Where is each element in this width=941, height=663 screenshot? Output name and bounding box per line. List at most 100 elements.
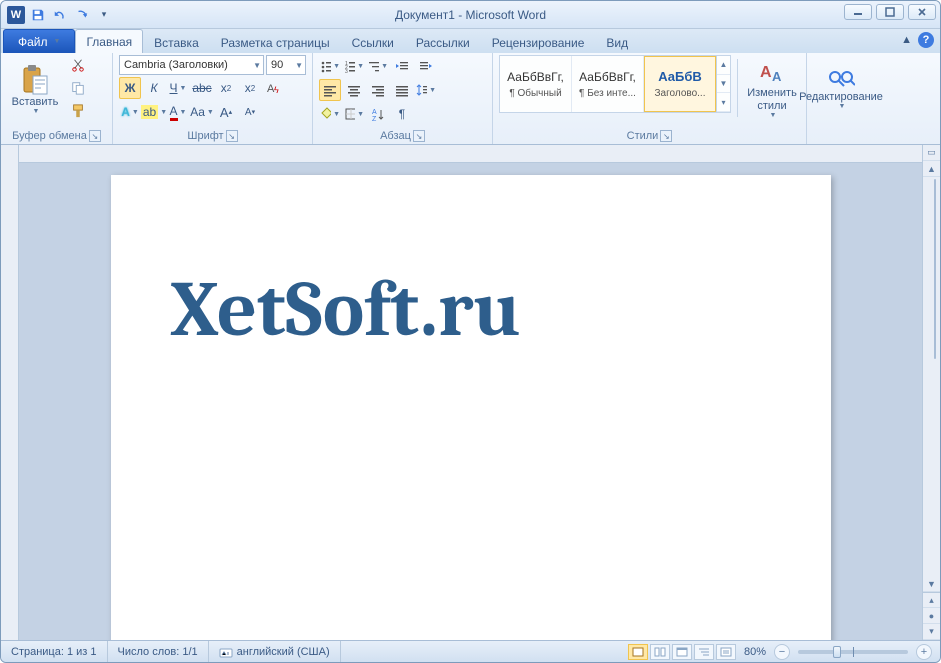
borders-button[interactable]: ▼ bbox=[343, 103, 365, 125]
print-layout-view-button[interactable] bbox=[628, 644, 648, 660]
group-paragraph: ▼ 123▼ ▼ ▼ ▼ ▼ AZ ¶ bbox=[313, 53, 493, 144]
show-marks-button[interactable]: ¶ bbox=[391, 103, 413, 125]
document-area[interactable]: XetSoft.ru bbox=[19, 163, 922, 640]
numbering-button[interactable]: 123▼ bbox=[343, 55, 365, 77]
superscript-button[interactable]: x2 bbox=[239, 77, 261, 99]
clear-formatting-button[interactable]: Aϟ bbox=[263, 77, 285, 99]
change-case-button[interactable]: Aa▼ bbox=[191, 101, 213, 123]
align-right-button[interactable] bbox=[367, 79, 389, 101]
tab-главная[interactable]: Главная bbox=[75, 29, 143, 53]
styles-launcher-icon[interactable]: ↘ bbox=[660, 130, 672, 142]
svg-text:3: 3 bbox=[345, 69, 348, 73]
vertical-scrollbar[interactable]: ▭ ▲ ▼ ▴ ● ▾ bbox=[922, 145, 940, 640]
style-preview: АаБбВвГг, bbox=[579, 70, 636, 84]
align-center-button[interactable] bbox=[343, 79, 365, 101]
fullscreen-reading-view-button[interactable] bbox=[650, 644, 670, 660]
strikethrough-button[interactable]: abc bbox=[191, 77, 213, 99]
gallery-up-icon[interactable]: ▲ bbox=[717, 56, 730, 75]
outline-view-button[interactable] bbox=[694, 644, 714, 660]
gallery-more-icon[interactable]: ▾ bbox=[717, 93, 730, 112]
tab-рецензирование[interactable]: Рецензирование bbox=[481, 31, 596, 53]
tab-ссылки[interactable]: Ссылки bbox=[341, 31, 405, 53]
web-layout-view-button[interactable] bbox=[672, 644, 692, 660]
paste-button[interactable]: Вставить ▼ bbox=[7, 55, 63, 123]
change-styles-button[interactable]: AA Изменить стили ▼ bbox=[744, 55, 800, 123]
zoom-out-button[interactable]: − bbox=[774, 644, 790, 660]
justify-button[interactable] bbox=[391, 79, 413, 101]
increase-indent-button[interactable] bbox=[415, 55, 437, 77]
proofing-icon bbox=[219, 645, 233, 659]
redo-icon[interactable] bbox=[73, 6, 91, 24]
previous-page-icon[interactable]: ▴ bbox=[923, 592, 940, 608]
vertical-ruler[interactable] bbox=[1, 145, 19, 640]
zoom-slider[interactable] bbox=[798, 650, 908, 654]
cut-icon[interactable] bbox=[67, 55, 89, 74]
align-left-button[interactable] bbox=[319, 79, 341, 101]
tab-вставка[interactable]: Вставка bbox=[143, 31, 210, 53]
zoom-slider-knob[interactable] bbox=[833, 646, 841, 658]
tab-разметка-страницы[interactable]: Разметка страницы bbox=[210, 31, 341, 53]
styles-gallery[interactable]: АаБбВвГг,¶ Обычный АаБбВвГг, ¶ Без инте...… bbox=[499, 55, 731, 113]
minimize-button[interactable] bbox=[844, 4, 872, 20]
word-app-icon[interactable]: W bbox=[7, 6, 25, 24]
font-name-combo[interactable]: Cambria (Заголовки)▼ bbox=[119, 55, 264, 75]
horizontal-ruler[interactable] bbox=[19, 145, 922, 163]
style-item[interactable]: АаБбВвГг,¶ Обычный bbox=[500, 56, 572, 112]
bold-button[interactable]: Ж bbox=[119, 77, 141, 99]
status-language[interactable]: английский (США) bbox=[209, 641, 341, 662]
select-browse-object-icon[interactable]: ● bbox=[923, 608, 940, 624]
qat-customize-icon[interactable]: ▾ bbox=[95, 6, 113, 24]
italic-button[interactable]: К bbox=[143, 77, 165, 99]
draft-view-button[interactable] bbox=[716, 644, 736, 660]
highlight-button[interactable]: ab▼ bbox=[143, 101, 165, 123]
help-icon[interactable]: ? bbox=[918, 32, 934, 48]
tab-рассылки[interactable]: Рассылки bbox=[405, 31, 481, 53]
undo-icon[interactable] bbox=[51, 6, 69, 24]
next-page-icon[interactable]: ▾ bbox=[923, 624, 940, 640]
group-clipboard-label: Буфер обмена bbox=[12, 130, 87, 142]
font-launcher-icon[interactable]: ↘ bbox=[226, 130, 238, 142]
styles-gallery-scroll: ▲▼▾ bbox=[716, 56, 730, 112]
status-language-label: английский (США) bbox=[237, 646, 330, 658]
clipboard-launcher-icon[interactable]: ↘ bbox=[89, 130, 101, 142]
subscript-button[interactable]: x2 bbox=[215, 77, 237, 99]
page[interactable]: XetSoft.ru bbox=[111, 175, 831, 640]
line-spacing-button[interactable]: ▼ bbox=[415, 79, 437, 101]
decrease-indent-button[interactable] bbox=[391, 55, 413, 77]
text-effects-button[interactable]: A▼ bbox=[119, 101, 141, 123]
font-color-button[interactable]: A▼ bbox=[167, 101, 189, 123]
zoom-in-button[interactable]: + bbox=[916, 644, 932, 660]
tab-вид[interactable]: Вид bbox=[595, 31, 639, 53]
status-page[interactable]: Страница: 1 из 1 bbox=[1, 641, 108, 662]
file-tab[interactable]: Файл▼ bbox=[3, 29, 75, 53]
svg-text:A: A bbox=[772, 69, 782, 84]
format-painter-icon[interactable] bbox=[67, 102, 89, 121]
scroll-thumb[interactable] bbox=[934, 179, 936, 359]
status-word-count[interactable]: Число слов: 1/1 bbox=[108, 641, 209, 662]
scroll-up-icon[interactable]: ▲ bbox=[923, 161, 940, 177]
gallery-down-icon[interactable]: ▼ bbox=[717, 75, 730, 94]
paragraph-launcher-icon[interactable]: ↘ bbox=[413, 130, 425, 142]
shrink-font-button[interactable]: A▾ bbox=[239, 101, 261, 123]
style-name: ¶ Без инте... bbox=[579, 88, 636, 99]
style-name: Заголово... bbox=[655, 88, 706, 99]
font-size-combo[interactable]: 90▼ bbox=[266, 55, 306, 75]
save-icon[interactable] bbox=[29, 6, 47, 24]
style-item[interactable]: АаБбВЗаголово... bbox=[644, 56, 716, 112]
maximize-button[interactable] bbox=[876, 4, 904, 20]
underline-button[interactable]: Ч▼ bbox=[167, 77, 189, 99]
document-heading-text[interactable]: XetSoft.ru bbox=[171, 265, 771, 355]
minimize-ribbon-icon[interactable]: ▲ bbox=[901, 34, 912, 46]
sort-button[interactable]: AZ bbox=[367, 103, 389, 125]
bullets-button[interactable]: ▼ bbox=[319, 55, 341, 77]
scroll-down-icon[interactable]: ▼ bbox=[923, 576, 940, 592]
grow-font-button[interactable]: A▴ bbox=[215, 101, 237, 123]
close-button[interactable] bbox=[908, 4, 936, 20]
ruler-toggle-icon[interactable]: ▭ bbox=[923, 145, 940, 161]
zoom-level[interactable]: 80% bbox=[744, 646, 766, 658]
multilevel-list-button[interactable]: ▼ bbox=[367, 55, 389, 77]
shading-button[interactable]: ▼ bbox=[319, 103, 341, 125]
editing-button[interactable]: Редактирование ▼ bbox=[813, 55, 869, 123]
copy-icon[interactable] bbox=[67, 78, 89, 97]
style-item[interactable]: АаБбВвГг, ¶ Без инте... bbox=[572, 56, 644, 112]
